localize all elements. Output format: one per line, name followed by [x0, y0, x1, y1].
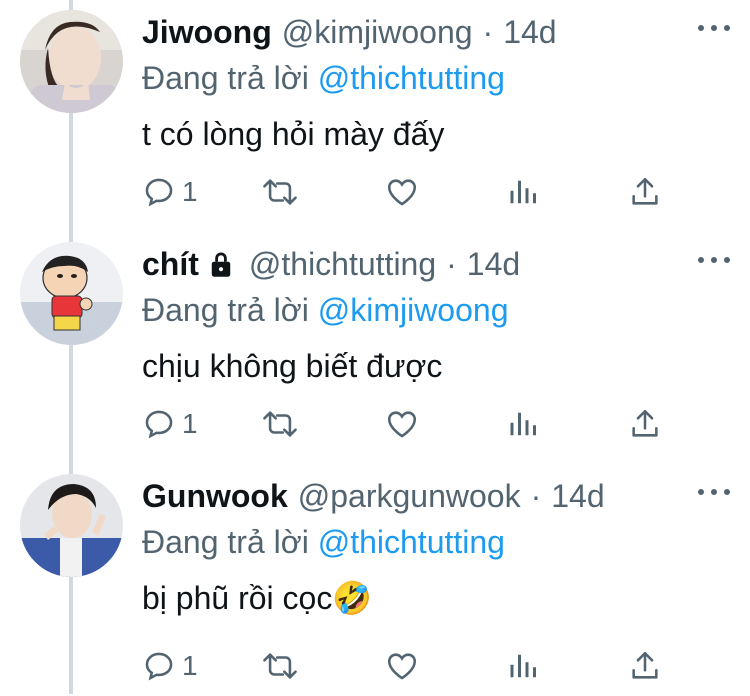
timestamp[interactable]: 14d: [467, 244, 520, 284]
separator-dot: ·: [482, 14, 494, 50]
display-name[interactable]: Jiwoong: [142, 12, 272, 52]
timestamp[interactable]: 14d: [503, 12, 556, 52]
tweet-text: bị phũ rồi cọc🤣: [142, 578, 730, 618]
action-bar: 1: [142, 404, 662, 444]
speech-bubble-icon: [145, 410, 173, 439]
analytics-icon: [510, 412, 536, 436]
reply-count: 1: [182, 408, 198, 439]
replying-to-label: Đang trả lời: [142, 292, 309, 328]
speech-bubble-icon: [145, 652, 173, 681]
tweet[interactable]: Jiwoong @kimjiwoong · 14d Đang trả lời @…: [0, 0, 750, 232]
retweet-button[interactable]: [260, 172, 300, 212]
heart-icon: [387, 411, 417, 438]
heart-icon: [387, 179, 417, 206]
display-name[interactable]: Gunwook: [142, 476, 288, 516]
replying-to-label: Đang trả lời: [142, 60, 309, 96]
lock-icon: [207, 249, 235, 279]
mention-link[interactable]: @kimjiwoong: [318, 292, 509, 328]
like-button[interactable]: [385, 172, 419, 212]
like-button[interactable]: [385, 404, 419, 444]
retweet-icon: [263, 411, 297, 437]
emoji: 🤣: [332, 580, 373, 616]
retweet-button[interactable]: [260, 404, 300, 444]
mention-link[interactable]: @thichtutting: [318, 60, 505, 96]
share-button[interactable]: [628, 172, 662, 212]
avatar[interactable]: [20, 10, 123, 113]
tweet-text-body: bị phũ rồi cọc: [142, 580, 333, 616]
tweet[interactable]: Gunwook @parkgunwook · 14d Đang trả lời …: [0, 464, 750, 696]
speech-bubble-icon: [145, 178, 173, 207]
share-button[interactable]: [628, 646, 662, 686]
retweet-icon: [263, 653, 297, 679]
views-button[interactable]: [508, 646, 538, 686]
tweet[interactable]: chít @thichtutting · 14d Đang trả lời @k…: [0, 232, 750, 464]
user-handle[interactable]: @thichtutting: [249, 244, 436, 284]
views-button[interactable]: [508, 172, 538, 212]
retweet-icon: [263, 179, 297, 205]
views-button[interactable]: [508, 404, 538, 444]
analytics-icon: [510, 180, 536, 204]
timestamp[interactable]: 14d: [551, 476, 604, 516]
reply-button[interactable]: 1: [142, 646, 198, 686]
avatar[interactable]: [20, 242, 123, 345]
replying-to: Đang trả lời @kimjiwoong: [142, 290, 730, 330]
replying-to: Đang trả lời @thichtutting: [142, 58, 730, 98]
share-button[interactable]: [628, 404, 662, 444]
share-icon: [632, 409, 658, 437]
more-dots-icon[interactable]: [698, 248, 730, 272]
more-dots-icon[interactable]: [698, 480, 730, 504]
separator-dot: ·: [530, 478, 542, 514]
retweet-button[interactable]: [260, 646, 300, 686]
replying-to: Đang trả lời @thichtutting: [142, 522, 730, 562]
action-bar: 1: [142, 172, 662, 212]
reply-button[interactable]: 1: [142, 172, 198, 212]
reply-button[interactable]: 1: [142, 404, 198, 444]
heart-icon: [387, 653, 417, 680]
replying-to-label: Đang trả lời: [142, 524, 309, 560]
share-icon: [632, 651, 658, 679]
reply-count: 1: [182, 176, 198, 207]
separator-dot: ·: [446, 246, 457, 282]
analytics-icon: [510, 654, 536, 678]
avatar[interactable]: [20, 474, 123, 577]
action-bar: 1: [142, 646, 662, 686]
user-handle[interactable]: @kimjiwoong: [282, 12, 473, 52]
share-icon: [632, 177, 658, 205]
tweet-text: chịu không biết được: [142, 348, 443, 384]
mention-link[interactable]: @thichtutting: [318, 524, 505, 560]
user-handle[interactable]: @parkgunwook: [298, 476, 521, 516]
reply-count: 1: [182, 650, 198, 681]
tweet-text: t có lòng hỏi mày đấy: [142, 116, 445, 152]
more-dots-icon[interactable]: [698, 16, 730, 40]
like-button[interactable]: [385, 646, 419, 686]
display-name[interactable]: chít: [142, 244, 199, 284]
